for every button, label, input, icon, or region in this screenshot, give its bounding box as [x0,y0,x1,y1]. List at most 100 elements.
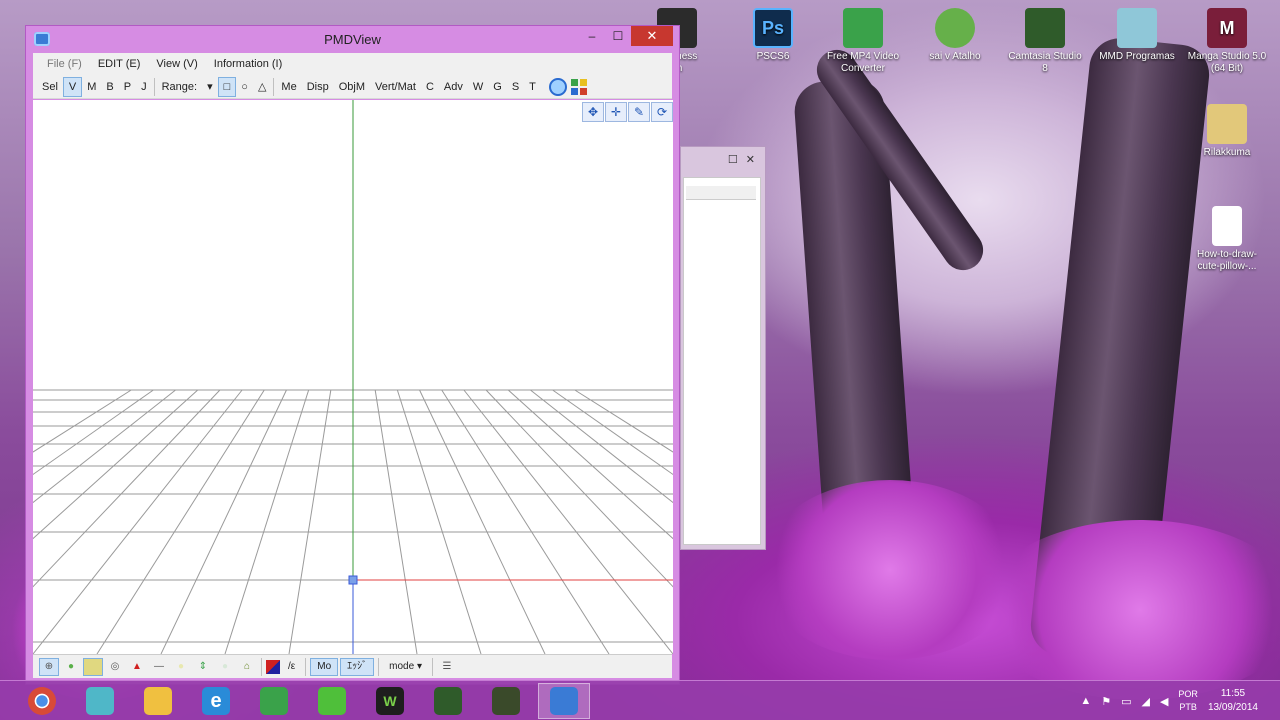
sel-button[interactable]: Sel [37,77,63,97]
faint-dot-icon[interactable]: ● [215,658,235,676]
leaf-icon [318,687,346,715]
circle-select-button[interactable]: ○ [236,77,253,97]
desktop-icon-label: cute-pillow-... [1197,261,1257,272]
close-icon[interactable]: ✕ [746,153,755,166]
menu-edit[interactable]: EDIT (E) [90,53,149,75]
light-dot-icon[interactable]: ● [171,658,191,676]
video-converter-icon [843,8,883,48]
material-mode-button[interactable]: M [82,77,101,97]
grid-line [374,389,418,654]
folder-icon [1207,104,1247,144]
clock-time: 11:55 [1220,688,1246,699]
titlebar[interactable]: PMDView – ☐ ✕ [26,26,679,52]
range-dropdown-arrow[interactable]: ▾ [202,77,218,97]
3d-viewport[interactable]: ✥ ✛ ✎ ⟳ [33,100,673,654]
taskbar-w-app[interactable]: W [364,683,416,719]
taskbar-miku[interactable] [74,683,126,719]
desktop-icon-label: Camtasia Studio [1008,51,1082,62]
taskbar-chrome[interactable] [16,683,68,719]
desktop-icon-camtasia[interactable]: Camtasia Studio 8 [1002,8,1088,75]
action-center-flag-icon[interactable]: ⚑ [1101,695,1111,708]
joint-mode-button[interactable]: J [136,77,152,97]
language-code: POR [1178,689,1198,699]
s-button[interactable]: S [507,77,524,97]
desktop-icon-label: Rilakkuma [1203,147,1251,158]
show-hidden-icons-icon[interactable]: ▲ [1080,695,1091,707]
slash-label[interactable]: /ε [282,658,301,676]
grid-line [33,389,221,588]
desktop-icon-rilakkuma[interactable]: Rilakkuma [1184,104,1270,159]
input-language[interactable]: POR PTB [1178,688,1198,714]
mode-dropdown[interactable]: mode ▾ [383,658,428,676]
desktop-icon-sai[interactable]: sai v Atalho [912,8,998,63]
taskbar-ie[interactable]: e [190,683,242,719]
rotate-view-icon[interactable]: ⟳ [651,102,673,122]
desktop-icon-pscs6[interactable]: Ps PSCS6 [730,8,816,63]
menu-information[interactable]: Information (I) [206,53,290,75]
disp-button[interactable]: Disp [302,77,334,97]
taskbar-leaf-app-2[interactable] [306,683,358,719]
menu-file[interactable]: File (F) [39,53,90,75]
mo-toggle[interactable]: Mo [310,657,339,676]
select-vertex-icon[interactable]: ⊕ [39,657,59,676]
red-triangle-icon[interactable]: ▲ [127,658,147,676]
t-button[interactable]: T [524,77,541,97]
line-icon[interactable]: — [149,658,169,676]
w-button[interactable]: W [468,77,488,97]
desktop-icon-manga-studio[interactable]: M Manga Studio 5.0 (64 Bit) [1184,8,1270,75]
pen-icon[interactable]: ✎ [628,102,650,122]
triangle-select-button[interactable]: △ [253,77,271,97]
taskbar-leaf-app-1[interactable] [248,683,300,719]
background-dialog[interactable]: ☐ ✕ [680,146,766,550]
maximize-icon[interactable]: ☐ [728,153,738,166]
w-app-icon: W [376,687,404,715]
desktop-icon-label: MMD Programas [1099,51,1175,62]
me-button[interactable]: Me [276,77,301,97]
grid-line [33,389,243,654]
adv-button[interactable]: Adv [439,77,468,97]
vert-mat-button[interactable]: Vert/Mat [370,77,421,97]
objm-button[interactable]: ObjM [334,77,370,97]
desktop-icon-mmd[interactable]: MMD Programas [1094,8,1180,63]
menu-view[interactable]: View (V) [148,53,205,75]
manga-studio-letter: M [1219,18,1235,38]
globe-icon[interactable] [548,77,567,96]
taskbar-pmdview[interactable] [538,683,590,719]
pmdview-window[interactable]: PMDView – ☐ ✕ File (F) EDIT (E) View (V)… [25,25,680,685]
battery-icon[interactable]: ▭ [1121,695,1131,708]
taskbar-camtasia-1[interactable] [422,683,474,719]
minimize-button[interactable]: – [579,26,605,46]
house-icon[interactable]: ⌂ [237,658,257,676]
bone-mode-button[interactable]: B [101,77,118,97]
c-button[interactable]: C [421,77,439,97]
color-swatch-icon[interactable] [266,659,280,674]
taskbar-camtasia-2[interactable] [480,683,532,719]
rect-select-button[interactable]: □ [217,76,237,97]
edge-toggle[interactable]: ｴｯｼﾞ [340,657,375,676]
pmdview-icon [550,687,578,715]
vertex-mode-button[interactable]: V [62,76,83,97]
grid-line [160,389,287,654]
target-icon[interactable]: ◎ [105,658,125,676]
yellow-box-icon[interactable] [83,657,103,676]
internet-explorer-icon: e [202,687,230,715]
pan-view-icon[interactable]: ✛ [605,102,627,122]
taskbar-explorer[interactable] [132,683,184,719]
background-dialog-strip [686,186,756,200]
g-button[interactable]: G [488,77,507,97]
move-view-icon[interactable]: ✥ [582,102,604,122]
desktop-icon-how-to-draw[interactable]: How-to-draw- cute-pillow-... [1184,206,1270,273]
desktop-icon-free-mp4[interactable]: Free MP4 Video Converter [820,8,906,75]
close-button[interactable]: ✕ [631,26,673,46]
clock[interactable]: 11:55 13/09/2014 [1208,687,1258,715]
volume-icon[interactable]: ◀ [1160,695,1168,708]
green-arrow-icon[interactable]: ⇕ [193,658,213,676]
grid-icon[interactable] [570,78,587,95]
align-icon[interactable]: ☰ [437,658,457,676]
green-dot-icon[interactable]: ● [61,658,81,676]
maximize-button[interactable]: ☐ [605,26,631,46]
mmd-folder-icon [1117,8,1157,48]
network-icon[interactable]: ◢ [1141,695,1149,708]
p-mode-button[interactable]: P [119,77,136,97]
toolbar: Sel V M B P J Range: ▾ □ ○ △ Me Disp Obj… [33,75,672,99]
